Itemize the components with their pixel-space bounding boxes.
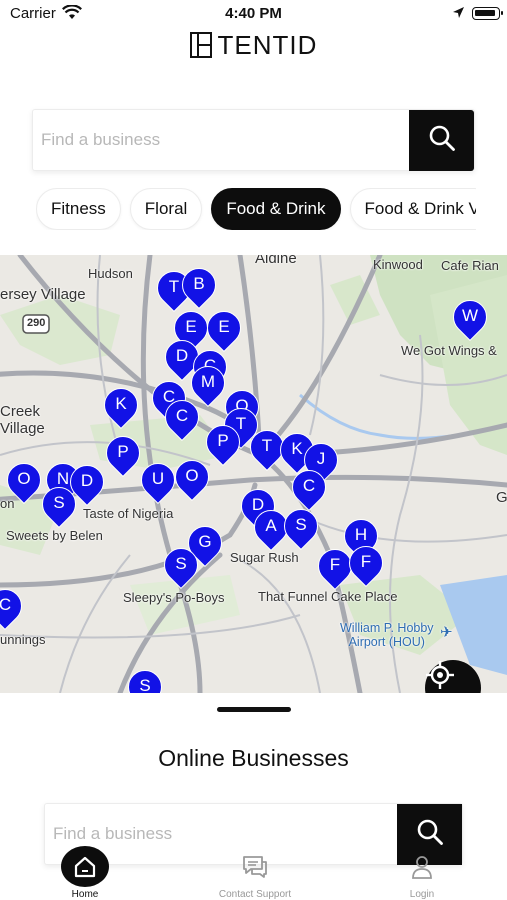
- brand-logo: TENTID: [0, 28, 507, 62]
- tab-contact-support-label: Contact Support: [218, 889, 292, 900]
- map-marker[interactable]: C: [0, 581, 30, 633]
- battery-icon: [472, 7, 503, 20]
- map-marker[interactable]: S: [34, 479, 84, 531]
- chip-floral[interactable]: Floral: [129, 188, 203, 230]
- tab-bar: Home Contact Support Login: [0, 840, 507, 900]
- map-marker[interactable]: E: [199, 303, 249, 355]
- business-map[interactable]: 290 Aldine Hudson ersey Village Kinwood …: [0, 255, 507, 693]
- map-marker[interactable]: P: [198, 417, 248, 469]
- map-label-we-got-wings: We Got Wings &: [401, 343, 497, 358]
- search-input[interactable]: [33, 110, 410, 170]
- map-label-sleepys: Sleepy's Po-Boys: [123, 590, 225, 605]
- map-marker[interactable]: S: [276, 501, 326, 553]
- map-marker[interactable]: C: [284, 462, 334, 514]
- map-label-aldine: Aldine: [255, 255, 297, 267]
- tab-home[interactable]: Home: [60, 840, 110, 900]
- chip-food-drink-v[interactable]: Food & Drink V: [349, 188, 476, 230]
- map-label-unnings: unnings: [0, 632, 46, 647]
- map-marker[interactable]: K: [96, 380, 146, 432]
- sheet-drag-handle[interactable]: [217, 707, 291, 712]
- map-marker[interactable]: S: [120, 662, 170, 693]
- map-label-hobby-airport: William P. Hobby Airport (HOU): [340, 621, 434, 649]
- home-icon: [61, 846, 109, 887]
- tab-contact-support[interactable]: Contact Support: [200, 840, 310, 900]
- category-chips: Fitness Floral Food & Drink Food & Drink V: [36, 188, 476, 230]
- status-bar: Carrier 4:40 PM: [0, 0, 507, 28]
- clock: 4:40 PM: [225, 5, 282, 22]
- chip-food-drink[interactable]: Food & Drink: [211, 188, 341, 230]
- tab-login[interactable]: Login: [397, 840, 447, 900]
- map-marker[interactable]: U: [133, 455, 183, 507]
- sheet-title: Online Businesses: [158, 745, 349, 771]
- tentid-mark-icon: [189, 32, 212, 58]
- map-label-cafe-rian: Cafe Rian: [441, 258, 499, 273]
- brand-name: TENTID: [217, 29, 318, 60]
- tab-home-label: Home: [71, 889, 99, 900]
- map-marker[interactable]: P: [98, 428, 148, 480]
- map-marker[interactable]: F: [341, 538, 391, 590]
- map-marker[interactable]: B: [174, 260, 224, 312]
- map-label-hudson: Hudson: [88, 266, 133, 281]
- tab-login-label: Login: [409, 889, 435, 900]
- chat-icon: [231, 846, 279, 887]
- map-marker[interactable]: W: [445, 292, 495, 344]
- map-label-kinwood: Kinwood: [373, 257, 423, 272]
- map-label-jersey-village: ersey Village: [0, 286, 86, 303]
- map-marker[interactable]: O: [0, 455, 49, 507]
- map-marker[interactable]: S: [156, 540, 206, 592]
- map-marker[interactable]: O: [167, 452, 217, 504]
- search-button[interactable]: [409, 110, 474, 171]
- chip-fitness[interactable]: Fitness: [36, 188, 121, 230]
- location-arrow-icon: [452, 6, 465, 24]
- search-icon: [428, 124, 456, 157]
- map-marker[interactable]: C: [157, 392, 207, 444]
- map-label-g: G: [496, 489, 507, 506]
- airport-icon: ✈: [440, 624, 453, 641]
- map-marker[interactable]: F: [310, 541, 360, 593]
- route-290-label: 290: [27, 317, 46, 329]
- map-marker[interactable]: A: [246, 502, 296, 554]
- user-icon: [398, 846, 446, 887]
- map-label-creek-village: Creek Village: [0, 403, 45, 437]
- business-search: [32, 109, 475, 171]
